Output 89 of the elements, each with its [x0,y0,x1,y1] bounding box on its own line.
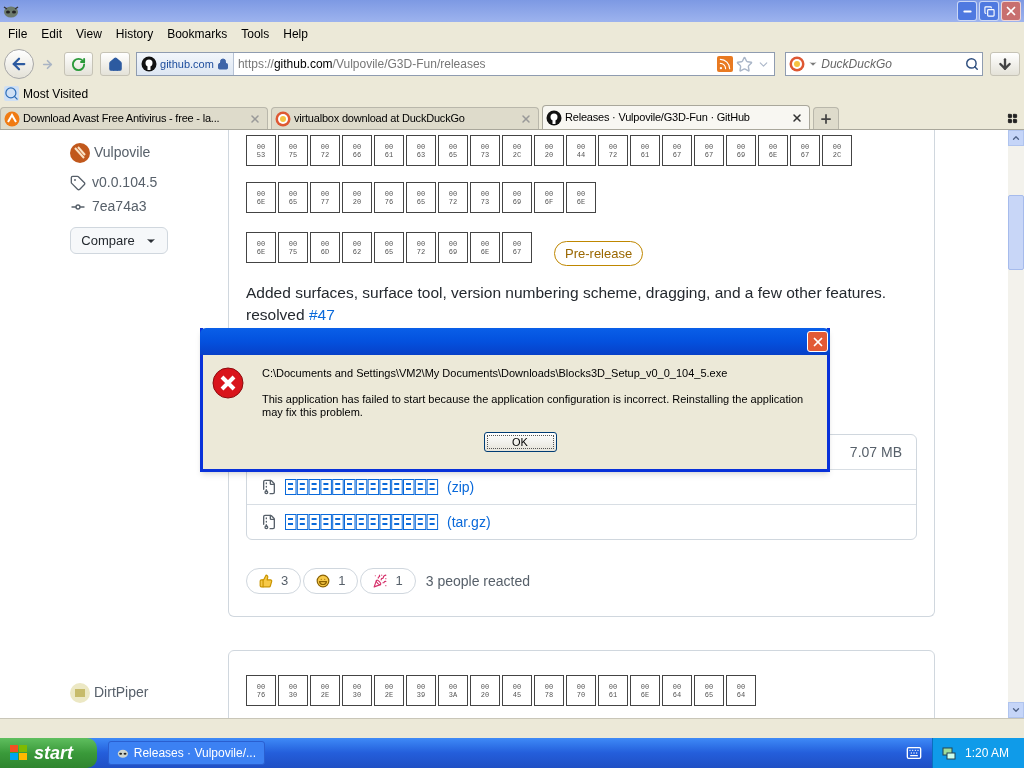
downloads-button[interactable] [990,52,1020,76]
thumbs-up-icon [259,574,273,588]
new-tab-button[interactable] [813,107,839,129]
windows-flag-icon [9,744,29,762]
scrollbar-thumb[interactable] [1008,195,1024,270]
clock: 1:20 AM [965,745,1010,762]
menu-item[interactable]: Help [278,25,313,43]
reload-button[interactable] [63,52,94,76]
resolved-note: resolved #47 [246,305,336,325]
close-button[interactable] [1001,1,1021,21]
scroll-up-icon[interactable] [1011,133,1021,143]
search-field[interactable]: DuckDuckGo [785,52,984,76]
reaction-button[interactable]: 3 [246,568,302,594]
close-button[interactable] [807,331,828,352]
url-text: https://github.com/Vulpovile/G3D-Fun/releases [237,56,486,73]
octocat-icon [546,109,562,126]
menu-item[interactable]: Bookmarks [162,25,233,43]
tag-name[interactable]: v0.0.104.5 [92,172,158,193]
duck-icon[interactable] [789,56,806,72]
search-icon[interactable] [965,57,980,71]
scrollbar[interactable] [1008,130,1024,718]
file-path: C:\Documents and Settings\VM2\My Documents\Downloads\Blocks3D_Setup_v0_0_104_5.exe [262,367,729,380]
download-arrow-icon [997,56,1014,72]
search-input[interactable]: DuckDuckGo [821,55,963,73]
reaction-button[interactable]: 1 [303,568,359,594]
close-icon [1004,4,1018,18]
minimize-button[interactable] [957,1,977,21]
scroll-down-icon[interactable] [1011,705,1021,715]
start-button[interactable]: start [0,738,97,768]
restore-icon [983,5,995,17]
close-tab-icon[interactable] [791,111,803,124]
site-identity-button[interactable]: github.com [137,53,234,75]
avatar-icon [70,682,90,703]
menu-item[interactable]: File [3,25,33,43]
restore-button[interactable] [979,1,999,21]
menu-item[interactable]: Tools [236,25,275,43]
missing-glyphs-drawing[interactable] [285,479,439,495]
network-icon [941,745,957,761]
home-button[interactable] [100,52,131,76]
tag-icon [70,174,86,191]
zip-file-icon [261,479,277,495]
octocat-icon [141,56,158,72]
menu-item[interactable]: History [110,25,159,43]
browser-tab[interactable]: Releases · Vulpovile/G3D-Fun · GitHub [542,105,810,129]
home-icon [107,56,123,72]
party-popper-icon [373,574,388,588]
bookmark-item[interactable]: Most Visited [23,84,89,103]
error-icon [212,367,244,399]
ok-button[interactable]: OK [483,432,557,452]
taskbar-window-button[interactable]: Releases · Vulpovile/... [108,741,265,765]
tab-list-icon[interactable] [1007,113,1018,124]
reaction-button[interactable]: 1 [360,568,416,594]
menu-item[interactable]: View [71,25,107,43]
magnifier-icon [4,86,19,101]
logo-icon [4,110,20,127]
zip-file-icon [261,514,277,530]
reaction-summary: 3 people reacted [425,571,530,591]
dropdown-arrow-icon[interactable] [808,59,819,69]
browser-tab[interactable]: virtualbox download at DuckDuckGo [271,107,539,129]
missing-glyphs-drawing[interactable] [285,514,439,530]
tab-title: virtualbox download at DuckDuckGo [294,111,466,127]
plus-icon [819,111,833,126]
error-message: This application has failed to start because the application configuration is incorrect. Reinstalling the application may fix this problem. [262,393,805,419]
commit-hash[interactable]: 7ea74a3 [92,196,147,217]
raccoon-icon [3,4,19,18]
file-size: 7.07 MB [849,442,902,462]
duck-icon [275,110,291,127]
author-name[interactable]: Vulpovile [94,142,151,163]
author-name[interactable]: DirtPiper [94,682,149,703]
lock-icon [216,58,229,70]
menu-item[interactable]: Edit [36,25,68,43]
archive-format-link[interactable]: (tar.gz) [447,511,491,533]
forward-arrow-icon [41,57,55,71]
compare-button[interactable]: Compare [70,227,168,254]
reload-icon [70,56,86,72]
archive-format-link[interactable]: (zip) [447,476,475,498]
site-identity-label: github.com [160,56,214,72]
rss-feed-icon[interactable] [717,56,734,72]
address-bar[interactable]: github.com https://github.com/Vulpovile/G3D-Fun/releases [136,52,776,76]
release-notes: Added surfaces, surface tool, version numbering scheme, dragging, and a few other features. [246,283,888,303]
tab-title: Releases · Vulpovile/G3D-Fun · GitHub [565,110,751,126]
browser-tab[interactable]: Download Avast Free Antivirus - free - la... [0,107,268,129]
bookmark-star-icon[interactable] [736,55,754,73]
back-button[interactable] [4,49,34,79]
laughing-face-icon [316,574,331,588]
keyboard-icon[interactable] [906,745,922,761]
tab-title: Download Avast Free Antivirus - free - la... [23,111,221,127]
avatar-icon [70,142,90,163]
issue-link[interactable]: #47 [308,306,335,323]
